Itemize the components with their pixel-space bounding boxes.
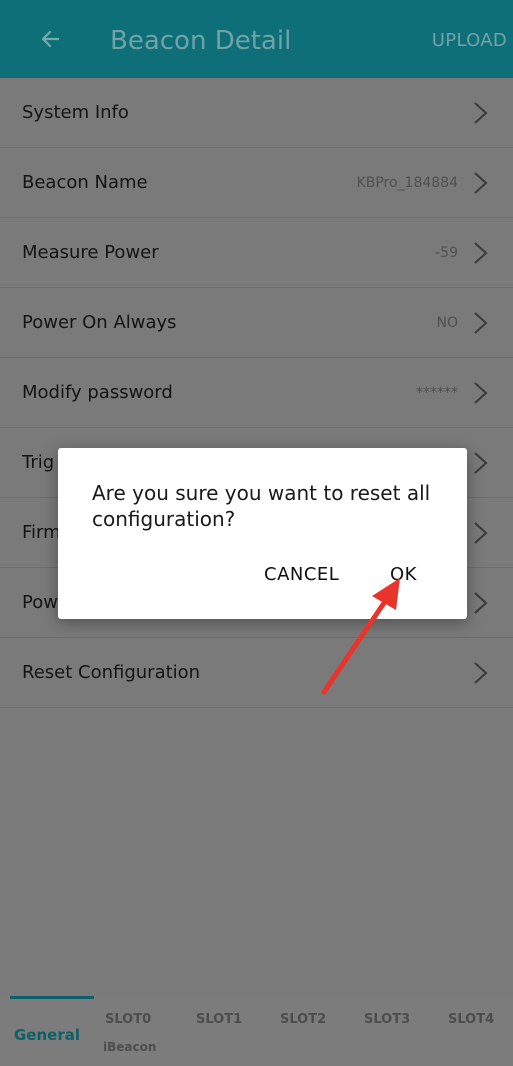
app-bar: Beacon Detail UPLOAD <box>0 0 513 78</box>
chevron-right-icon <box>467 380 493 406</box>
chevron-right-icon <box>467 240 493 266</box>
dialog-message: Are you sure you want to reset all confi… <box>92 481 431 531</box>
chevron-right-icon <box>467 660 493 686</box>
list-item-label: System Info <box>22 102 129 123</box>
chevron-right-icon <box>467 100 493 126</box>
upload-button[interactable]: UPLOAD <box>432 28 507 54</box>
list-item-measure-power[interactable]: Measure Power -59 <box>0 218 513 288</box>
chevron-right-icon <box>467 590 493 616</box>
tab-slot1[interactable]: SLOT1 <box>196 1012 242 1027</box>
chevron-right-icon <box>467 310 493 336</box>
list-item-label: Power On Always <box>22 312 177 333</box>
list-item-label: Beacon Name <box>22 172 148 193</box>
list-item-beacon-name[interactable]: Beacon Name KBPro_184884 <box>0 148 513 218</box>
tab-indicator <box>10 996 94 999</box>
list-item-value: KBPro_184884 <box>356 175 458 191</box>
list-item-reset-configuration[interactable]: Reset Configuration <box>0 638 513 708</box>
bottom-tab-bar: General SLOT0 iBeacon SLOT1 SLOT2 SLOT3 … <box>0 996 513 1066</box>
list-item-label: Trig <box>22 452 55 473</box>
list-item-value: ****** <box>416 385 458 401</box>
chevron-right-icon <box>467 520 493 546</box>
list-item-value: NO <box>436 315 459 331</box>
back-arrow-icon[interactable] <box>36 24 66 54</box>
list-item-power-on-always[interactable]: Power On Always NO <box>0 288 513 358</box>
reset-confirm-dialog: Are you sure you want to reset all confi… <box>58 448 467 619</box>
list-item-label: Reset Configuration <box>22 662 201 683</box>
list-item-label: Modify password <box>22 382 173 403</box>
tab-slot4[interactable]: SLOT4 <box>448 1012 494 1027</box>
chevron-right-icon <box>467 450 493 476</box>
cancel-button[interactable]: CANCEL <box>264 560 339 590</box>
list-item-value: -59 <box>435 245 458 261</box>
list-item-modify-password[interactable]: Modify password ****** <box>0 358 513 428</box>
list-item-label: Measure Power <box>22 242 159 263</box>
tab-slot3[interactable]: SLOT3 <box>364 1012 410 1027</box>
tab-general[interactable]: General <box>14 1026 80 1044</box>
list-item-label: Pow <box>22 592 58 613</box>
list-item-label: Firm <box>22 522 61 543</box>
page-title: Beacon Detail <box>110 26 292 56</box>
tab-slot2[interactable]: SLOT2 <box>280 1012 326 1027</box>
tab-slot0[interactable]: SLOT0 <box>105 1012 151 1027</box>
ok-button[interactable]: OK <box>390 560 417 590</box>
list-item-system-info[interactable]: System Info <box>0 78 513 148</box>
chevron-right-icon <box>467 170 493 196</box>
tab-slot0-subtitle: iBeacon <box>103 1040 157 1054</box>
